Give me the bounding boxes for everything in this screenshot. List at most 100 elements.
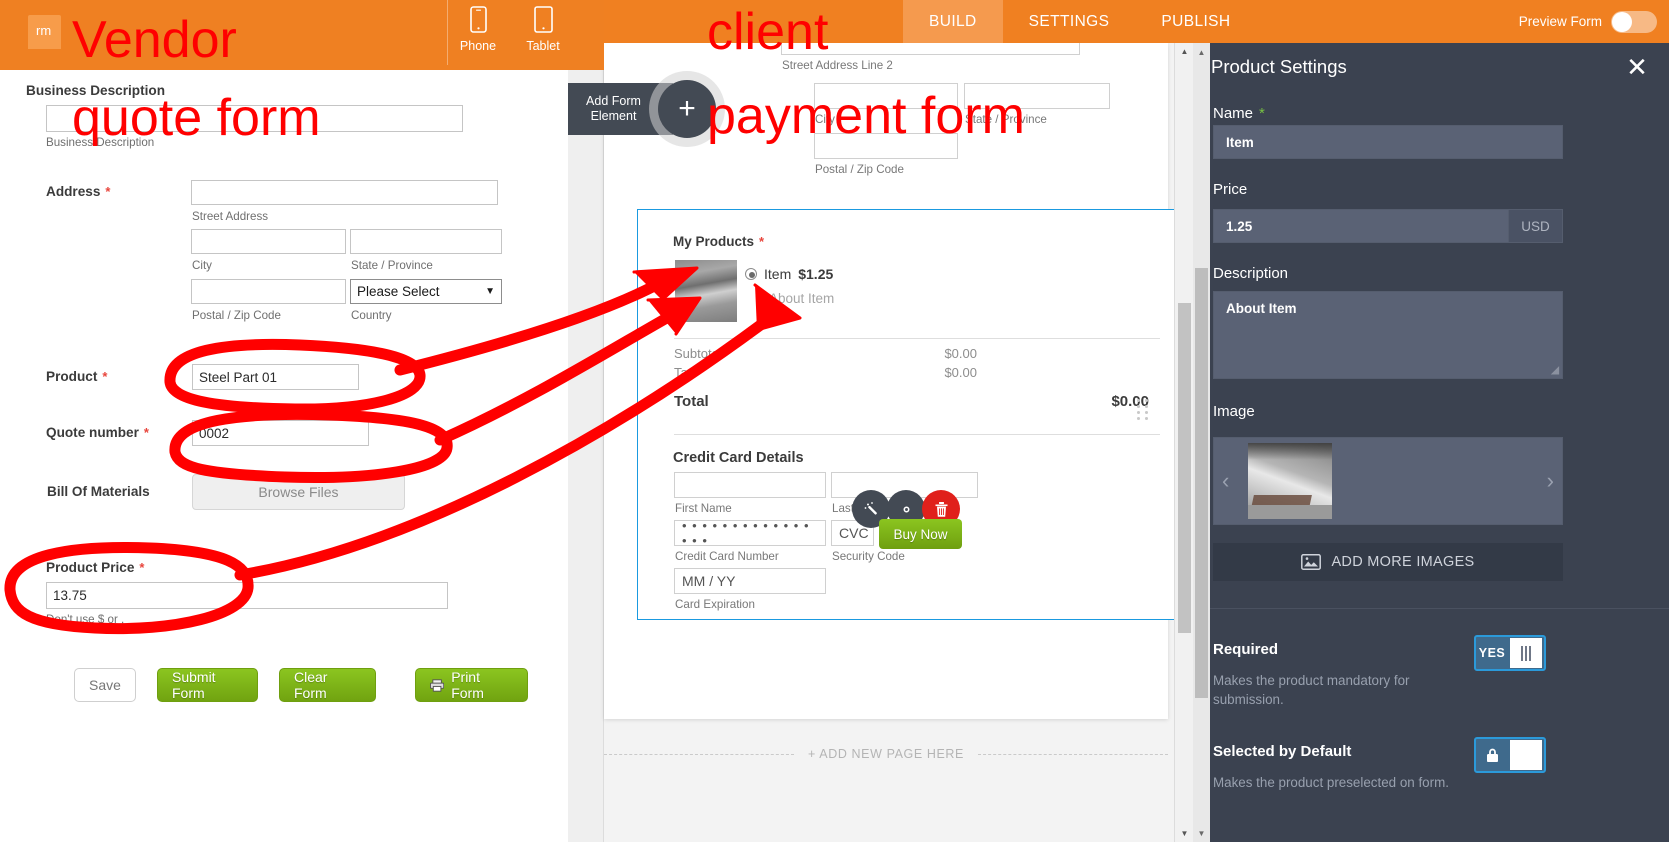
- business-description-sublabel: Business Description: [46, 136, 155, 149]
- close-icon[interactable]: ✕: [1623, 53, 1651, 81]
- image-icon: [1301, 554, 1322, 570]
- lock-icon: [1476, 748, 1508, 763]
- selected-default-toggle[interactable]: [1474, 737, 1546, 773]
- state-province-input[interactable]: [350, 229, 502, 254]
- chevron-down-icon: ▼: [485, 286, 495, 297]
- first-name-sublabel: First Name: [675, 502, 732, 515]
- print-form-button[interactable]: Print Form: [415, 668, 528, 702]
- credit-card-number-value: • • • • • • • • • • • • • • • •: [682, 518, 810, 548]
- card-expiration-input[interactable]: MM / YY: [674, 568, 826, 594]
- product-description-textarea[interactable]: About Item ◢: [1213, 291, 1563, 379]
- form-tab-chip[interactable]: rm: [28, 15, 62, 49]
- builder-postal-sublabel: Postal / Zip Code: [815, 163, 904, 176]
- selected-default-toggle-knob[interactable]: [1510, 740, 1542, 770]
- image-carousel[interactable]: ‹ ›: [1213, 437, 1563, 525]
- product-price-sublabel: Don't use $ or ,: [46, 613, 125, 626]
- scroll-up-icon[interactable]: ▲: [1175, 43, 1194, 60]
- canvas-scrollbar[interactable]: ▲ ▼: [1174, 43, 1193, 842]
- product-radio-icon[interactable]: [745, 268, 757, 280]
- browse-files-button[interactable]: Browse Files: [192, 474, 405, 510]
- product-input[interactable]: Steel Part 01: [192, 364, 359, 390]
- panel-title: Product Settings: [1211, 56, 1347, 77]
- add-more-images-label: ADD MORE IMAGES: [1331, 554, 1475, 570]
- save-button-label: Save: [89, 677, 121, 693]
- subtotal-row: Subtotal $0.00: [674, 346, 977, 361]
- quote-number-label: Quote number: [46, 425, 139, 440]
- form-action-buttons: Save Submit Form Clear Form Print Form: [74, 668, 528, 702]
- builder-city-sublabel: City: [815, 113, 835, 126]
- product-thumbnail-image: [675, 260, 737, 322]
- add-form-element-circle[interactable]: +: [649, 71, 725, 147]
- postal-zip-input[interactable]: [191, 279, 346, 304]
- tab-publish[interactable]: PUBLISH: [1135, 0, 1256, 43]
- state-province-sublabel: State / Province: [351, 259, 433, 272]
- buy-now-label: Buy Now: [893, 526, 948, 542]
- add-new-page-row[interactable]: + ADD NEW PAGE HERE: [604, 743, 1168, 765]
- street-address-line2-input[interactable]: [781, 43, 1080, 55]
- credit-card-number-input[interactable]: • • • • • • • • • • • • • • • •: [674, 518, 826, 548]
- business-description-input[interactable]: [46, 105, 463, 132]
- business-description-label-wrap: Business Description: [26, 82, 165, 100]
- first-name-input[interactable]: [674, 472, 826, 498]
- product-image-thumbnail[interactable]: [1248, 443, 1332, 519]
- plus-icon: +: [658, 80, 716, 138]
- street-address-input[interactable]: [191, 180, 498, 205]
- preview-form-control[interactable]: Preview Form: [1519, 0, 1657, 43]
- product-price-label: Product Price: [46, 560, 135, 575]
- add-more-images-button[interactable]: ADD MORE IMAGES: [1213, 543, 1563, 581]
- name-label: Name: [1213, 105, 1254, 122]
- product-option-row[interactable]: Item $1.25: [745, 266, 833, 282]
- product-name-input[interactable]: Item: [1213, 125, 1563, 159]
- business-description-label: Business Description: [26, 83, 165, 98]
- builder-state-input[interactable]: [964, 83, 1110, 109]
- scroll-down-icon[interactable]: ▼: [1175, 825, 1194, 842]
- tab-build[interactable]: BUILD: [903, 0, 1003, 43]
- quote-number-input[interactable]: 0002: [192, 420, 369, 446]
- product-item-name: Item: [764, 266, 792, 282]
- address-required-marker: *: [105, 184, 111, 199]
- product-label: Product: [46, 369, 98, 384]
- quote-number-value: 0002: [199, 425, 230, 441]
- tax-label: Tax: [674, 365, 695, 380]
- settings-scrollbar-thumb[interactable]: [1195, 268, 1208, 698]
- tab-settings[interactable]: SETTINGS: [1003, 0, 1136, 43]
- element-drag-handle[interactable]: [1137, 399, 1151, 421]
- builder-city-input[interactable]: [814, 83, 958, 109]
- preview-form-label: Preview Form: [1518, 14, 1602, 29]
- settings-panel-scrollbar[interactable]: ▲ ▼: [1193, 43, 1210, 842]
- add-form-element-line2: Element: [590, 109, 637, 123]
- carousel-next-icon[interactable]: ›: [1547, 468, 1554, 494]
- resize-grip-icon[interactable]: ◢: [1551, 365, 1559, 376]
- street-address-sublabel: Street Address: [192, 210, 269, 223]
- city-input[interactable]: [191, 229, 346, 254]
- product-price-setting-input[interactable]: 1.25: [1213, 209, 1509, 243]
- card-expiration-value: MM / YY: [682, 573, 736, 589]
- total-label: Total: [674, 393, 709, 410]
- buy-now-button[interactable]: Buy Now: [879, 519, 962, 549]
- carousel-prev-icon[interactable]: ‹: [1222, 468, 1229, 494]
- required-option-title: Required: [1213, 641, 1279, 658]
- image-label: Image: [1213, 403, 1255, 420]
- preview-form-toggle[interactable]: [1611, 10, 1657, 33]
- settings-scroll-down-icon[interactable]: ▼: [1193, 824, 1210, 842]
- price-label-wrap: Price: [1213, 181, 1247, 199]
- description-label-wrap: Description: [1213, 265, 1288, 283]
- device-preview-tablet[interactable]: Tablet: [512, 6, 574, 53]
- required-toggle[interactable]: YES: [1474, 635, 1546, 671]
- product-price-required-marker: *: [139, 560, 145, 575]
- product-price-input[interactable]: 13.75: [46, 582, 448, 609]
- save-button[interactable]: Save: [74, 668, 136, 702]
- price-field-row: 1.25 USD: [1213, 209, 1563, 243]
- submit-form-button[interactable]: Submit Form: [157, 668, 258, 702]
- builder-postal-input[interactable]: [814, 133, 958, 159]
- my-products-title: My Products: [673, 234, 755, 249]
- canvas-scrollbar-thumb[interactable]: [1178, 303, 1191, 633]
- products-divider-1: [674, 338, 1160, 339]
- clear-form-button[interactable]: Clear Form: [279, 668, 376, 702]
- country-select[interactable]: Please Select ▼: [350, 279, 502, 304]
- required-toggle-knob[interactable]: [1510, 638, 1542, 668]
- required-option-description: Makes the product mandatory for submissi…: [1213, 673, 1410, 707]
- products-element-block[interactable]: My Products * Item $1.25 About Item Subto…: [637, 209, 1195, 620]
- product-name-value: Item: [1226, 134, 1254, 150]
- device-preview-phone[interactable]: Phone: [447, 6, 509, 53]
